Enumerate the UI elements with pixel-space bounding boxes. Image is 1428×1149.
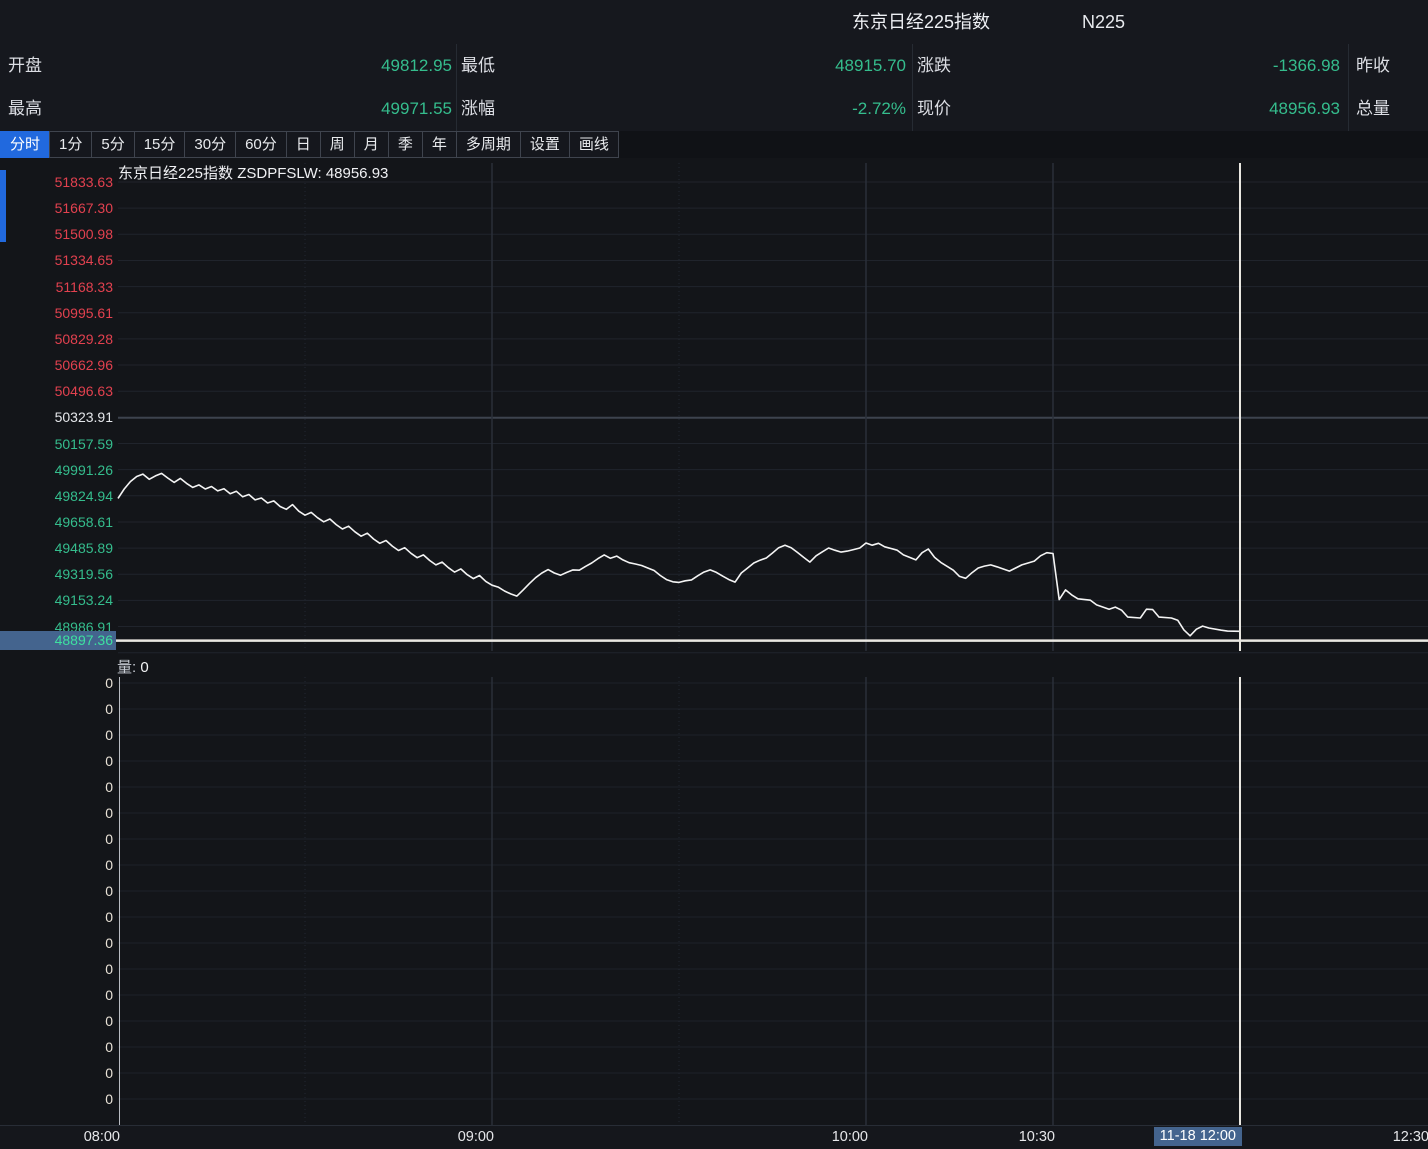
prev-close-label: 昨收 [1356, 44, 1390, 87]
tab-15分[interactable]: 15分 [134, 131, 186, 158]
y-axis-tick: 49485.89 [3, 539, 113, 557]
y-axis-tick: 51500.98 [3, 225, 113, 243]
title-bar: 东京日经225指数 N225 [0, 0, 1428, 45]
tab-季[interactable]: 季 [388, 131, 423, 158]
low-value: 48915.70 [600, 44, 906, 87]
scroll-indicator-bar[interactable] [0, 170, 6, 242]
tab-60分[interactable]: 60分 [235, 131, 287, 158]
change-pct-value: -2.72% [600, 87, 906, 131]
chart-overlay-title: 东京日经225指数 ZSDPFSLW: 48956.93 [118, 162, 388, 183]
volume-axis-zero: 0 [3, 960, 113, 978]
tab-月[interactable]: 月 [354, 131, 389, 158]
crosshair-price-badge: 48897.36 [0, 631, 116, 650]
tab-5分[interactable]: 5分 [91, 131, 134, 158]
y-axis-tick: 50829.28 [3, 330, 113, 348]
open-value: 49812.95 [130, 44, 452, 87]
instrument-name: 东京日经225指数 [852, 0, 990, 44]
quote-bar: 开盘 49812.95 最低 48915.70 涨跌 -1366.98 昨收 最… [0, 44, 1428, 132]
y-axis-tick: 50157.59 [3, 435, 113, 453]
volume-axis-zero: 0 [3, 804, 113, 822]
volume-axis-zero: 0 [3, 856, 113, 874]
volume-axis-zero: 0 [3, 1064, 113, 1082]
crosshair-time-badge: 11-18 12:00 [1154, 1127, 1242, 1146]
change-pct-label: 涨幅 [461, 87, 495, 131]
x-axis-tick: 08:00 [84, 1129, 120, 1145]
volume-axis-zero: 0 [3, 830, 113, 848]
volume-axis-zero: 0 [3, 1012, 113, 1030]
volume-axis-zero: 0 [3, 882, 113, 900]
x-axis-tick: 09:00 [458, 1129, 494, 1145]
tab-分时[interactable]: 分时 [0, 131, 50, 158]
tab-1分[interactable]: 1分 [49, 131, 92, 158]
volume-axis-zero: 0 [3, 752, 113, 770]
tab-设置[interactable]: 设置 [520, 131, 570, 158]
y-axis-tick: 49153.24 [3, 591, 113, 609]
tab-多周期[interactable]: 多周期 [456, 131, 521, 158]
last-price-value: 48956.93 [1050, 87, 1340, 131]
y-axis-tick: 51334.65 [3, 251, 113, 269]
price-axis: 51833.63 51667.30 51500.98 51334.65 51168.33… [0, 158, 116, 658]
quote-column-divider [912, 44, 913, 131]
tab-日[interactable]: 日 [286, 131, 321, 158]
instrument-code: N225 [1082, 0, 1125, 44]
change-value: -1366.98 [1050, 44, 1340, 87]
x-axis-tick: 10:00 [832, 1129, 868, 1145]
open-label: 开盘 [8, 44, 42, 87]
period-tab-bar: 分时1分5分15分30分60分日周月季年多周期设置画线 [0, 131, 1428, 158]
volume-axis-zero: 0 [3, 674, 113, 692]
y-axis-tick: 49658.61 [3, 513, 113, 531]
trading-app-window: 东京日经225指数 N225 开盘 49812.95 最低 48915.70 涨… [0, 0, 1428, 1149]
y-axis-tick: 50323.91 [3, 408, 113, 426]
time-axis: 08:00 09:00 10:00 10:30 11-18 12:00 12:30 [0, 1125, 1428, 1149]
low-label: 最低 [461, 44, 495, 87]
high-label: 最高 [8, 87, 42, 131]
volume-axis-zero: 0 [3, 1090, 113, 1108]
chart-region[interactable]: 东京日经225指数 ZSDPFSLW: 48956.93 51833.63 516… [0, 158, 1428, 1125]
tab-周[interactable]: 周 [320, 131, 355, 158]
tab-画线[interactable]: 画线 [569, 131, 619, 158]
y-axis-tick: 51833.63 [3, 173, 113, 191]
y-axis-tick: 51667.30 [3, 199, 113, 217]
y-axis-tick: 51168.33 [3, 278, 113, 296]
x-axis-tick: 10:30 [1019, 1129, 1055, 1145]
x-axis-tick: 12:30 [1393, 1129, 1428, 1145]
total-volume-label: 总量 [1356, 87, 1390, 131]
volume-axis-zero: 0 [3, 726, 113, 744]
volume-axis-zero: 0 [3, 778, 113, 796]
y-axis-tick: 49319.56 [3, 565, 113, 583]
volume-axis-zero: 0 [3, 700, 113, 718]
quote-column-divider [456, 44, 457, 131]
y-axis-tick: 50662.96 [3, 356, 113, 374]
tab-年[interactable]: 年 [422, 131, 457, 158]
volume-readout: 量: 0 [117, 656, 149, 677]
y-axis-tick: 50995.61 [3, 304, 113, 322]
quote-column-divider [1348, 44, 1349, 131]
tab-30分[interactable]: 30分 [184, 131, 236, 158]
y-axis-tick: 50496.63 [3, 382, 113, 400]
last-price-label: 现价 [917, 87, 951, 131]
volume-axis-zero: 0 [3, 908, 113, 926]
volume-axis-zero: 0 [3, 1038, 113, 1056]
high-value: 49971.55 [130, 87, 452, 131]
chart-canvas[interactable] [0, 158, 1428, 1125]
volume-axis-zero: 0 [3, 934, 113, 952]
volume-axis-zero: 0 [3, 986, 113, 1004]
y-axis-tick: 49824.94 [3, 487, 113, 505]
change-label: 涨跌 [917, 44, 951, 87]
y-axis-tick: 49991.26 [3, 461, 113, 479]
volume-value: 0 [140, 659, 148, 676]
volume-label: 量: [117, 659, 136, 676]
